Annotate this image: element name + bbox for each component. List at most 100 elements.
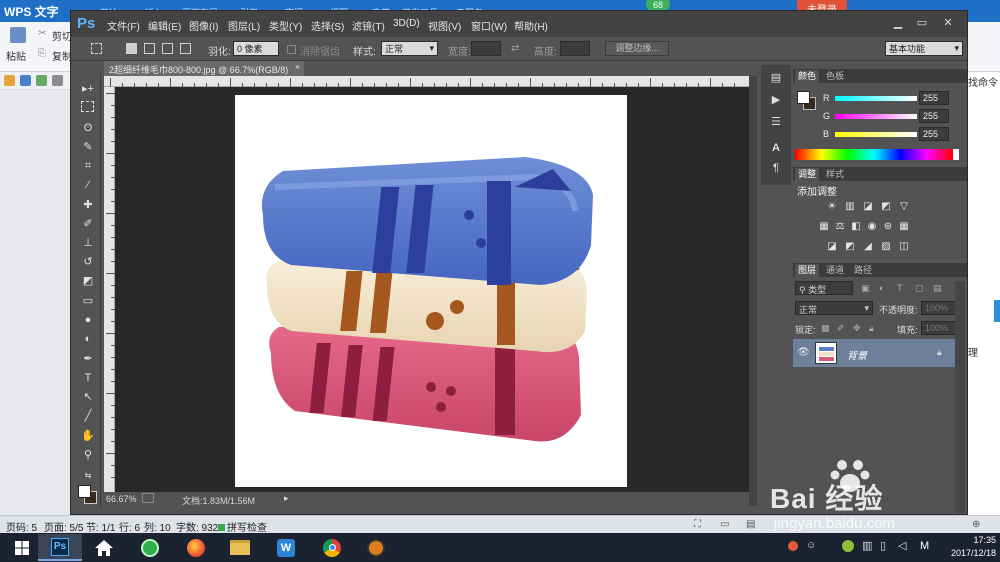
tab-layers[interactable]: 图层 (795, 264, 820, 277)
photo-filter-adjust-icon[interactable]: ◉ (865, 221, 879, 233)
eraser-tool-icon[interactable]: ◩ (79, 273, 97, 290)
filter-shape-icon[interactable]: ▢ (915, 283, 924, 294)
feather-input[interactable]: 0 像素 (233, 41, 279, 56)
filter-smart-icon[interactable]: ▤ (933, 283, 942, 294)
taskbar-explorer[interactable] (218, 534, 262, 561)
tray-clock[interactable]: 17:35 2017/12/18 (940, 534, 996, 560)
filter-pixel-icon[interactable]: ▣ (861, 283, 870, 294)
menu-type[interactable]: 类型(Y) (269, 18, 302, 33)
intersect-selection-icon[interactable] (180, 43, 191, 54)
blur-tool-icon[interactable]: ● (79, 312, 97, 329)
tray-volume-icon[interactable]: ◁ (898, 539, 906, 552)
hue-saturation-adjust-icon[interactable]: ▦ (817, 221, 831, 233)
vibrance-adjust-icon[interactable]: ▽ (897, 201, 911, 213)
subtract-selection-icon[interactable] (162, 43, 173, 54)
tab-adjustments[interactable]: 调整 (795, 168, 820, 181)
selective-color-adjust-icon[interactable]: ▨ (879, 241, 893, 253)
gradient-tool-icon[interactable]: ▭ (79, 293, 97, 310)
save-icon[interactable] (20, 75, 31, 86)
history-panel-icon[interactable]: ▤ (767, 69, 785, 87)
levels-adjust-icon[interactable]: ▥ (843, 201, 857, 213)
brightness-adjust-icon[interactable]: ☀ (825, 201, 839, 213)
taskbar-photoshop[interactable]: Ps (38, 534, 82, 561)
lock-transparency-icon[interactable]: ▩ (821, 323, 830, 334)
exposure-adjust-icon[interactable]: ◩ (879, 201, 893, 213)
dodge-tool-icon[interactable]: ◐ (79, 331, 97, 348)
paragraph-panel-icon[interactable]: ¶ (767, 159, 785, 177)
menu-help[interactable]: 帮助(H) (514, 18, 548, 33)
color-slider-r[interactable]: R 255 (793, 91, 967, 107)
workspace-select[interactable]: 基本功能 ▾ (885, 41, 963, 56)
taskbar-mask-app[interactable] (354, 534, 398, 561)
status-export-icon[interactable] (142, 493, 154, 503)
history-brush-tool-icon[interactable]: ↺ (79, 254, 97, 271)
taskbar-green-app[interactable] (128, 534, 172, 561)
copy-label[interactable]: 复制 (52, 48, 72, 63)
lasso-tool-icon[interactable]: ʘ (79, 120, 97, 137)
line-tool-icon[interactable]: ╱ (79, 408, 97, 425)
type-tool-icon[interactable]: T (79, 370, 97, 387)
default-colors-icon[interactable]: ⇆ (79, 467, 97, 484)
path-select-tool-icon[interactable]: ↖ (79, 389, 97, 406)
channel-value-r[interactable]: 255 (919, 91, 949, 105)
tray-network-icon[interactable]: ▥ (862, 539, 872, 552)
b-slider-track[interactable] (835, 132, 917, 137)
zoom-tool-icon[interactable]: ⚲ (79, 447, 97, 464)
open-folder-icon[interactable] (4, 75, 15, 86)
tray-people-icon[interactable]: ☺ (806, 540, 816, 551)
menu-layer[interactable]: 图层(L) (228, 18, 260, 33)
refine-edge-button[interactable]: 调整边缘... (605, 41, 669, 56)
layer-row-background[interactable]: 👁︎ 背景 🔒︎ (793, 339, 955, 367)
color-slider-g[interactable]: G 255 (793, 109, 967, 125)
paste-label[interactable]: 粘贴 (6, 48, 26, 63)
properties-panel-icon[interactable]: ☰ (767, 113, 785, 131)
taskbar-chrome[interactable] (310, 534, 354, 561)
cut-icon[interactable]: ✂ (38, 28, 46, 39)
tray-app-icon[interactable] (788, 541, 798, 551)
color-slider-b[interactable]: B 255 (793, 127, 967, 143)
color-lookup-adjust-icon[interactable]: ▦ (897, 221, 911, 233)
brush-tool-icon[interactable]: ✐ (79, 216, 97, 233)
lock-all-icon[interactable]: 🔒︎ (869, 323, 874, 334)
spellcheck-toggle[interactable]: 拼写检查 (218, 519, 267, 534)
ruler-vertical[interactable] (104, 87, 115, 492)
fullscreen-icon[interactable]: ⛶ (694, 519, 701, 530)
taskbar-wps[interactable]: W (264, 534, 308, 561)
g-slider-track[interactable] (835, 114, 917, 119)
maximize-button[interactable]: ▭ (911, 14, 933, 32)
menu-3d[interactable]: 3D(D) (393, 18, 420, 29)
curves-adjust-icon[interactable]: ◪ (861, 201, 875, 213)
blend-mode-select[interactable]: 正常 ▾ (795, 301, 873, 315)
channel-value-g[interactable]: 255 (919, 109, 949, 123)
threshold-adjust-icon[interactable]: ◢ (861, 241, 875, 253)
marquee-tool-icon[interactable] (81, 101, 94, 112)
status-menu-arrow-icon[interactable]: ▸ (284, 493, 289, 504)
foreground-color-swatch[interactable] (78, 485, 91, 498)
r-slider-track[interactable] (835, 96, 917, 101)
clone-stamp-tool-icon[interactable]: ⊥ (79, 235, 97, 252)
gradient-map-adjust-icon[interactable]: ◫ (897, 241, 911, 253)
channel-mixer-adjust-icon[interactable]: ⊛ (881, 221, 895, 233)
tray-ime-indicator[interactable]: M (920, 540, 929, 552)
tab-color[interactable]: 颜色 (795, 70, 820, 83)
menu-file[interactable]: 文件(F) (107, 18, 140, 33)
antialias-checkbox[interactable] (287, 45, 296, 54)
crop-tool-icon[interactable]: ⌗ (79, 158, 97, 175)
paste-icon[interactable] (10, 27, 26, 43)
menu-filter[interactable]: 滤镜(T) (352, 18, 385, 33)
page-layout-icon[interactable]: ▤ (746, 519, 755, 530)
close-button[interactable]: ✕ (937, 14, 959, 32)
tray-battery-icon[interactable]: ▯ (880, 539, 886, 552)
document-tab-close[interactable]: × (295, 62, 300, 72)
document-tab[interactable]: 2超细纤维毛巾800-800.jpg @ 66.7%(RGB/8) × (104, 61, 304, 76)
height-input[interactable] (560, 41, 590, 56)
minimize-button[interactable]: ▁ (887, 14, 909, 32)
export-icon[interactable] (36, 75, 47, 86)
zoom-level[interactable]: 66.67% (106, 494, 137, 504)
tab-paths[interactable]: 路径 (851, 264, 875, 277)
actions-panel-icon[interactable]: ▶ (767, 91, 785, 109)
layer-visibility-eye-icon[interactable]: 👁︎ (797, 347, 810, 358)
layer-name[interactable]: 背景 (847, 347, 867, 362)
posterize-adjust-icon[interactable]: ◩ (843, 241, 857, 253)
white-swatch[interactable] (953, 149, 959, 160)
